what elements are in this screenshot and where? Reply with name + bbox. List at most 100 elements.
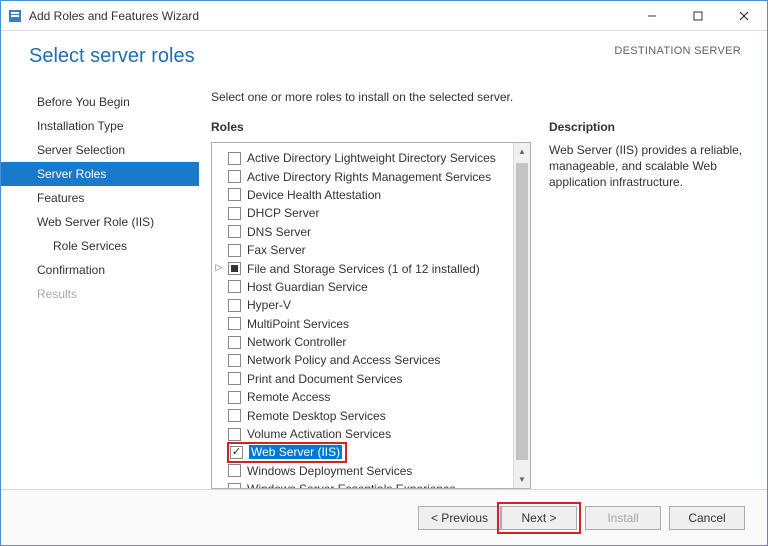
role-row[interactable]: Windows Server Essentials Experience — [216, 480, 513, 488]
cancel-button[interactable]: Cancel — [669, 506, 745, 530]
footer: < Previous Next > Install Cancel — [1, 489, 767, 545]
role-row[interactable]: Host Guardian Service — [216, 278, 513, 296]
next-button[interactable]: Next > — [501, 506, 577, 530]
nav-item[interactable]: Role Services — [1, 234, 199, 258]
role-row[interactable]: Remote Access — [216, 388, 513, 406]
roles-label: Roles — [211, 120, 531, 134]
window-controls — [629, 1, 767, 30]
role-row[interactable]: Fax Server — [216, 241, 513, 259]
nav-item[interactable]: Web Server Role (IIS) — [1, 210, 199, 234]
nav-item[interactable]: Server Roles — [1, 162, 199, 186]
page-title: Select server roles — [29, 45, 614, 68]
role-label: Volume Activation Services — [247, 427, 391, 441]
role-row[interactable]: DHCP Server — [216, 204, 513, 222]
roles-listbox[interactable]: Active Directory Lightweight Directory S… — [211, 142, 531, 489]
previous-button[interactable]: < Previous — [418, 506, 501, 530]
scroll-thumb[interactable] — [516, 163, 528, 460]
role-row[interactable]: Active Directory Lightweight Directory S… — [216, 149, 513, 167]
role-row[interactable]: DNS Server — [216, 223, 513, 241]
window-title: Add Roles and Features Wizard — [29, 9, 629, 23]
description-label: Description — [549, 120, 743, 134]
role-label: Web Server (IIS) — [249, 445, 342, 459]
scrollbar[interactable]: ▲ ▼ — [513, 143, 530, 488]
body: Before You BeginInstallation TypeServer … — [1, 68, 767, 489]
role-label: Windows Server Essentials Experience — [247, 482, 456, 488]
checkbox[interactable] — [228, 188, 241, 201]
minimize-button[interactable] — [629, 1, 675, 30]
checkbox[interactable] — [228, 464, 241, 477]
checkbox[interactable] — [228, 336, 241, 349]
nav-sidebar: Before You BeginInstallation TypeServer … — [1, 90, 199, 489]
role-label: Print and Document Services — [247, 372, 402, 386]
nav-item[interactable]: Installation Type — [1, 114, 199, 138]
titlebar: Add Roles and Features Wizard — [1, 1, 767, 31]
checkbox[interactable] — [228, 280, 241, 293]
role-row[interactable]: Windows Deployment Services — [216, 462, 513, 480]
role-label: Active Directory Lightweight Directory S… — [247, 151, 496, 165]
role-row[interactable]: Network Policy and Access Services — [216, 351, 513, 369]
checkbox[interactable] — [228, 483, 241, 488]
scroll-down-icon[interactable]: ▼ — [514, 471, 530, 488]
description-column: Description Web Server (IIS) provides a … — [549, 120, 743, 489]
install-button[interactable]: Install — [585, 506, 661, 530]
role-label: Remote Desktop Services — [247, 409, 386, 423]
wizard-window: Add Roles and Features Wizard Select ser… — [0, 0, 768, 546]
checkbox[interactable] — [228, 409, 241, 422]
roles-column: Roles Active Directory Lightweight Direc… — [211, 120, 531, 489]
main-panel: Select one or more roles to install on t… — [199, 90, 767, 489]
checkbox[interactable] — [228, 225, 241, 238]
prev-next-group: < Previous Next > — [418, 506, 577, 530]
checkbox[interactable] — [228, 207, 241, 220]
close-button[interactable] — [721, 1, 767, 30]
role-row[interactable]: Remote Desktop Services — [216, 406, 513, 424]
nav-item[interactable]: Confirmation — [1, 258, 199, 282]
role-row[interactable]: Device Health Attestation — [216, 186, 513, 204]
role-label: MultiPoint Services — [247, 317, 349, 331]
role-row[interactable]: Volume Activation Services — [216, 425, 513, 443]
checkbox[interactable] — [228, 170, 241, 183]
roles-list: Active Directory Lightweight Directory S… — [212, 143, 513, 488]
role-label: DHCP Server — [247, 206, 319, 220]
nav-item: Results — [1, 282, 199, 306]
role-label: Hyper-V — [247, 298, 291, 312]
nav-item[interactable]: Features — [1, 186, 199, 210]
role-label: Network Policy and Access Services — [247, 353, 440, 367]
role-label: Active Directory Rights Management Servi… — [247, 170, 491, 184]
checkbox[interactable] — [228, 299, 241, 312]
role-row[interactable]: ▷ File and Storage Services (1 of 12 inst… — [216, 259, 513, 277]
maximize-button[interactable] — [675, 1, 721, 30]
description-text: Web Server (IIS) provides a reliable, ma… — [549, 142, 743, 191]
role-label: Network Controller — [247, 335, 346, 349]
role-label: Device Health Attestation — [247, 188, 381, 202]
checkbox[interactable] — [228, 354, 241, 367]
checkbox[interactable] — [228, 428, 241, 441]
checkbox[interactable] — [228, 372, 241, 385]
app-icon — [7, 8, 23, 24]
columns: Roles Active Directory Lightweight Direc… — [211, 120, 743, 489]
role-label: File and Storage Services (1 of 12 insta… — [247, 262, 480, 276]
header-row: Select server roles DESTINATION SERVER — [1, 31, 767, 68]
checkbox[interactable] — [228, 262, 241, 275]
instruction-text: Select one or more roles to install on t… — [211, 90, 743, 120]
checkbox[interactable] — [228, 152, 241, 165]
role-label: Host Guardian Service — [247, 280, 368, 294]
role-row[interactable]: Print and Document Services — [216, 370, 513, 388]
role-row[interactable]: Web Server (IIS) — [228, 443, 346, 461]
checkbox[interactable] — [230, 446, 243, 459]
role-label: DNS Server — [247, 225, 311, 239]
role-label: Fax Server — [247, 243, 306, 257]
role-label: Remote Access — [247, 390, 330, 404]
role-row[interactable]: Network Controller — [216, 333, 513, 351]
role-label: Windows Deployment Services — [247, 464, 412, 478]
nav-item[interactable]: Server Selection — [1, 138, 199, 162]
role-row[interactable]: Hyper-V — [216, 296, 513, 314]
checkbox[interactable] — [228, 317, 241, 330]
role-row[interactable]: Active Directory Rights Management Servi… — [216, 167, 513, 185]
expander-icon[interactable]: ▷ — [214, 262, 224, 272]
role-row[interactable]: MultiPoint Services — [216, 315, 513, 333]
scroll-up-icon[interactable]: ▲ — [514, 143, 530, 160]
checkbox[interactable] — [228, 391, 241, 404]
checkbox[interactable] — [228, 244, 241, 257]
destination-server-label: DESTINATION SERVER — [614, 45, 741, 57]
nav-item[interactable]: Before You Begin — [1, 90, 199, 114]
